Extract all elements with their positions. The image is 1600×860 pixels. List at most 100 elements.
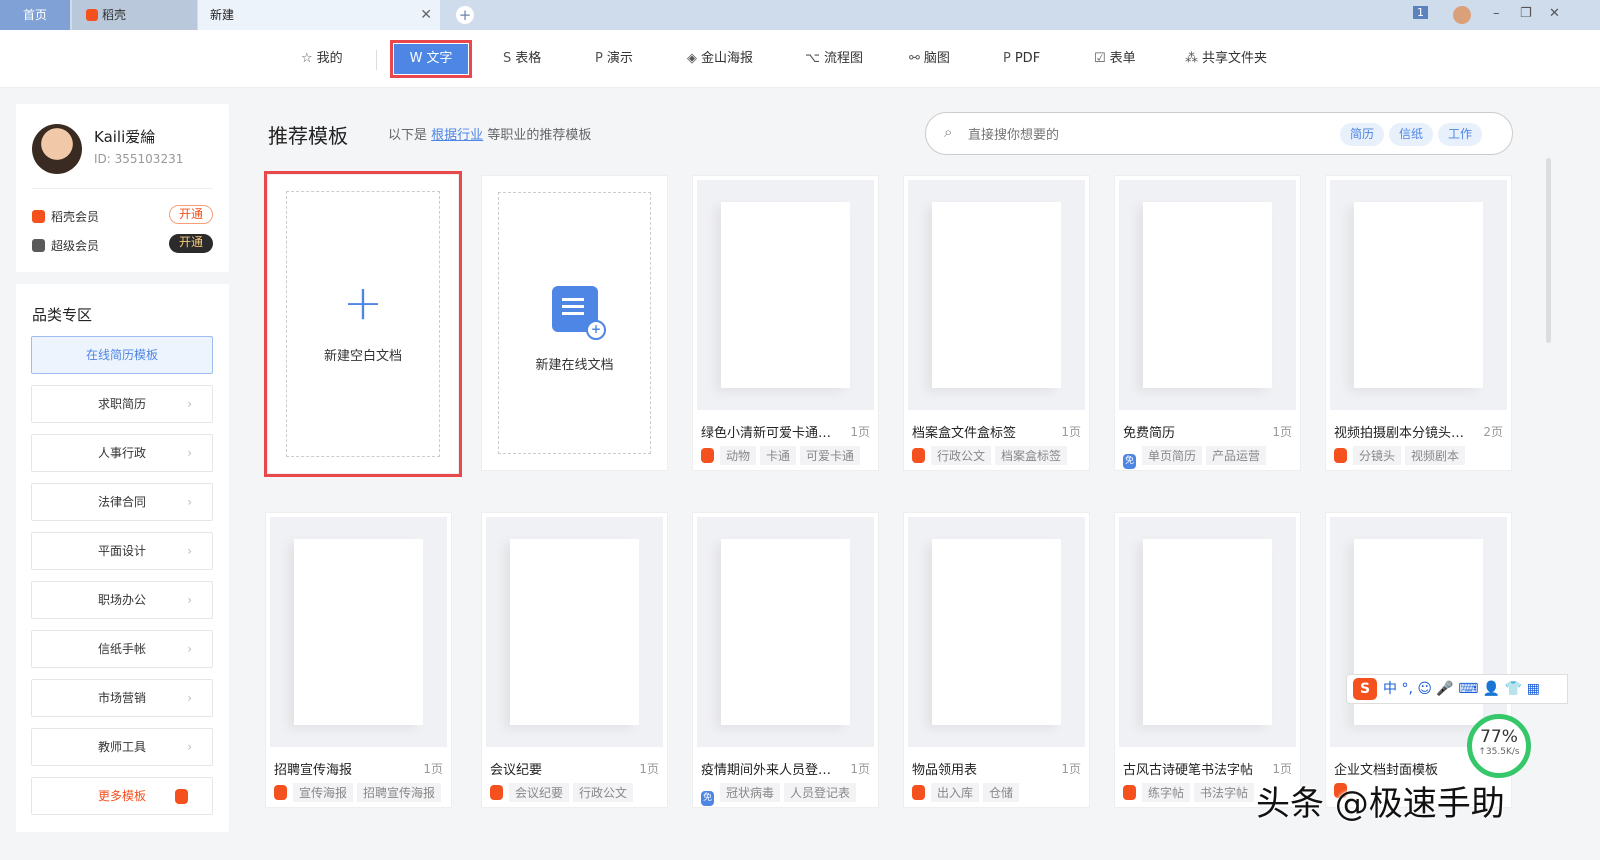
template-tag[interactable]: 可爱卡通 (800, 446, 861, 465)
watermark: 头条 @极速手助 (1256, 784, 1505, 824)
search-chip[interactable]: 信纸 (1389, 123, 1434, 146)
avatar[interactable] (32, 124, 82, 174)
nav-form[interactable]: ☑ 表单 (1094, 44, 1136, 74)
template-tag[interactable]: 出入库 (931, 783, 980, 802)
template-card[interactable]: 免费简历 1页免单页简历 产品运营 (1114, 175, 1301, 471)
nav-label: 脑图 (923, 51, 950, 66)
template-tag[interactable]: 仓储 (983, 783, 1020, 802)
template-tag[interactable]: 书法字帖 (1194, 783, 1255, 802)
restore-icon[interactable]: ❐ (1520, 6, 1532, 21)
tab-home[interactable]: 首页 (0, 0, 70, 30)
template-tag[interactable]: 行政公文 (573, 783, 634, 802)
category-item[interactable]: 职场办公 › (31, 581, 213, 619)
category-item[interactable]: 求职简历 › (31, 385, 213, 423)
category-item[interactable]: 在线简历模板 (31, 336, 213, 374)
open-docer-button[interactable]: 开通 (169, 205, 213, 224)
super-member: 超级会员 (32, 237, 99, 254)
template-tag[interactable]: 动物 (720, 446, 757, 465)
template-card[interactable]: 疫情期间外来人员登记... 1页免冠状病毒 人员登记表 (692, 512, 879, 808)
page-title: 推荐模板 (268, 124, 348, 148)
more-label: 更多模板 (97, 789, 146, 803)
template-tag[interactable]: 行政公文 (931, 446, 992, 465)
share-icon: ⁂ (1185, 51, 1198, 66)
nav-sheet[interactable]: S 表格 (503, 44, 541, 74)
template-tag[interactable]: 练字帖 (1142, 783, 1191, 802)
template-tag[interactable]: 卡通 (760, 446, 797, 465)
template-tag[interactable]: 档案盒标签 (995, 446, 1068, 465)
more-templates-button[interactable]: 更多模板 (31, 777, 213, 815)
nav-label: 我的 (316, 51, 343, 66)
tab-new[interactable]: 新建 ✕ (198, 0, 440, 30)
nav-flowchart[interactable]: ⌥ 流程图 (805, 44, 863, 74)
template-tag[interactable]: 宣传海报 (293, 783, 354, 802)
search-icon[interactable]: ⌕ (944, 123, 952, 141)
docer-badge-icon (490, 785, 503, 800)
search-chip[interactable]: 工作 (1438, 123, 1483, 146)
close-window-icon[interactable]: ✕ (1549, 6, 1560, 21)
category-label: 在线简历模板 (85, 348, 158, 362)
template-pages: 1页 (1061, 425, 1081, 439)
template-card[interactable]: 绿色小清新可爱卡通动... 1页 动物 卡通 可爱卡通 (692, 175, 879, 471)
template-card[interactable]: 招聘宣传海报 1页 宣传海报 招聘宣传海报 (265, 512, 452, 808)
category-item[interactable]: 法律合同 › (31, 483, 213, 521)
category-item[interactable]: 人事行政 › (31, 434, 213, 472)
category-label: 市场营销 (97, 691, 146, 705)
ime-toolbar[interactable]: S 中 °, ☺ 🎤 ⌨ 👤 👕 ▦ (1346, 674, 1568, 704)
nav-poster[interactable]: ◈ 金山海报 (687, 44, 753, 74)
docer-badge-icon (701, 448, 714, 463)
user-card: Kaili爱綸 ID: 355103231 稻壳会员 开通 超级会员 开通 (16, 104, 229, 272)
new-blank-document[interactable]: + 新建空白文档 (264, 171, 462, 477)
category-item[interactable]: 平面设计 › (31, 532, 213, 570)
category-item[interactable]: 教师工具 › (31, 728, 213, 766)
member-label: 超级会员 (51, 239, 100, 253)
nav-label: 表单 (1109, 51, 1136, 66)
nav-shared-folder[interactable]: ⁂ 共享文件夹 (1185, 44, 1267, 74)
template-tag[interactable]: 会议纪要 (509, 783, 570, 802)
subtitle-prefix: 以下是 (388, 128, 428, 143)
type-nav: ☆ 我的 W 文字 S 表格 P 演示 ◈ 金山海报 ⌥ 流程图 ⚯ 脑图 P PDF ☑ 表单 … (0, 30, 1600, 88)
search-chip[interactable]: 简历 (1340, 123, 1385, 146)
sheet-icon: S (503, 51, 512, 66)
minimize-icon[interactable]: – (1493, 6, 1500, 21)
template-pages: 1页 (850, 425, 870, 439)
tab-docer[interactable]: 稻壳 (72, 0, 197, 30)
network-speed-widget[interactable]: 77% ↑35.5K/s (1467, 714, 1531, 778)
search-input[interactable] (968, 123, 1308, 145)
category-item[interactable]: 信纸手帐 › (31, 630, 213, 668)
template-card[interactable]: 视频拍摄剧本分镜头脚... 2页 分镜头 视频剧本 (1325, 175, 1512, 471)
industry-link[interactable]: 根据行业 (431, 128, 483, 143)
template-thumbnail (697, 517, 874, 747)
template-tag[interactable]: 视频剧本 (1405, 446, 1466, 465)
template-pages: 1页 (639, 762, 659, 776)
template-tag[interactable]: 冠状病毒 (720, 783, 781, 802)
nav-writer[interactable]: W 文字 (390, 40, 472, 78)
new-blank-label: 新建空白文档 (323, 349, 402, 364)
avatar-small[interactable] (1453, 6, 1471, 24)
add-tab-button[interactable]: + (456, 6, 474, 24)
template-card[interactable]: 档案盒文件盒标签 1页 行政公文 档案盒标签 (903, 175, 1090, 471)
template-tag[interactable]: 人员登记表 (784, 783, 857, 802)
template-name: 会议纪要 (490, 763, 543, 778)
template-tag[interactable]: 单页简历 (1142, 446, 1203, 465)
nav-presentation[interactable]: P 演示 (595, 44, 633, 74)
nav-pdf[interactable]: P PDF (1003, 44, 1040, 74)
nav-mine[interactable]: ☆ 我的 (301, 44, 343, 74)
presentation-icon: P (595, 51, 603, 66)
template-thumbnail (270, 517, 447, 747)
nav-mindmap[interactable]: ⚯ 脑图 (909, 44, 950, 74)
template-card[interactable]: 物品领用表 1页 出入库 仓储 (903, 512, 1090, 808)
template-search: ⌕ 简历 信纸 工作 (925, 112, 1513, 155)
notification-badge[interactable]: 1 (1413, 6, 1428, 19)
template-card[interactable]: 古风古诗硬笔书法字帖 1页 练字帖 书法字帖 (1114, 512, 1301, 808)
tab-label: 新建 (210, 8, 235, 22)
open-super-button[interactable]: 开通 (169, 234, 213, 253)
mindmap-icon: ⚯ (909, 51, 920, 66)
new-online-document[interactable]: + 新建在线文档 (481, 175, 668, 471)
template-tag[interactable]: 分镜头 (1353, 446, 1402, 465)
template-tag[interactable]: 产品运营 (1206, 446, 1267, 465)
scrollbar[interactable] (1546, 158, 1551, 343)
category-item[interactable]: 市场营销 › (31, 679, 213, 717)
close-tab-icon[interactable]: ✕ (420, 0, 432, 30)
template-card[interactable]: 会议纪要 1页 会议纪要 行政公文 (481, 512, 668, 808)
template-tag[interactable]: 招聘宣传海报 (357, 783, 442, 802)
